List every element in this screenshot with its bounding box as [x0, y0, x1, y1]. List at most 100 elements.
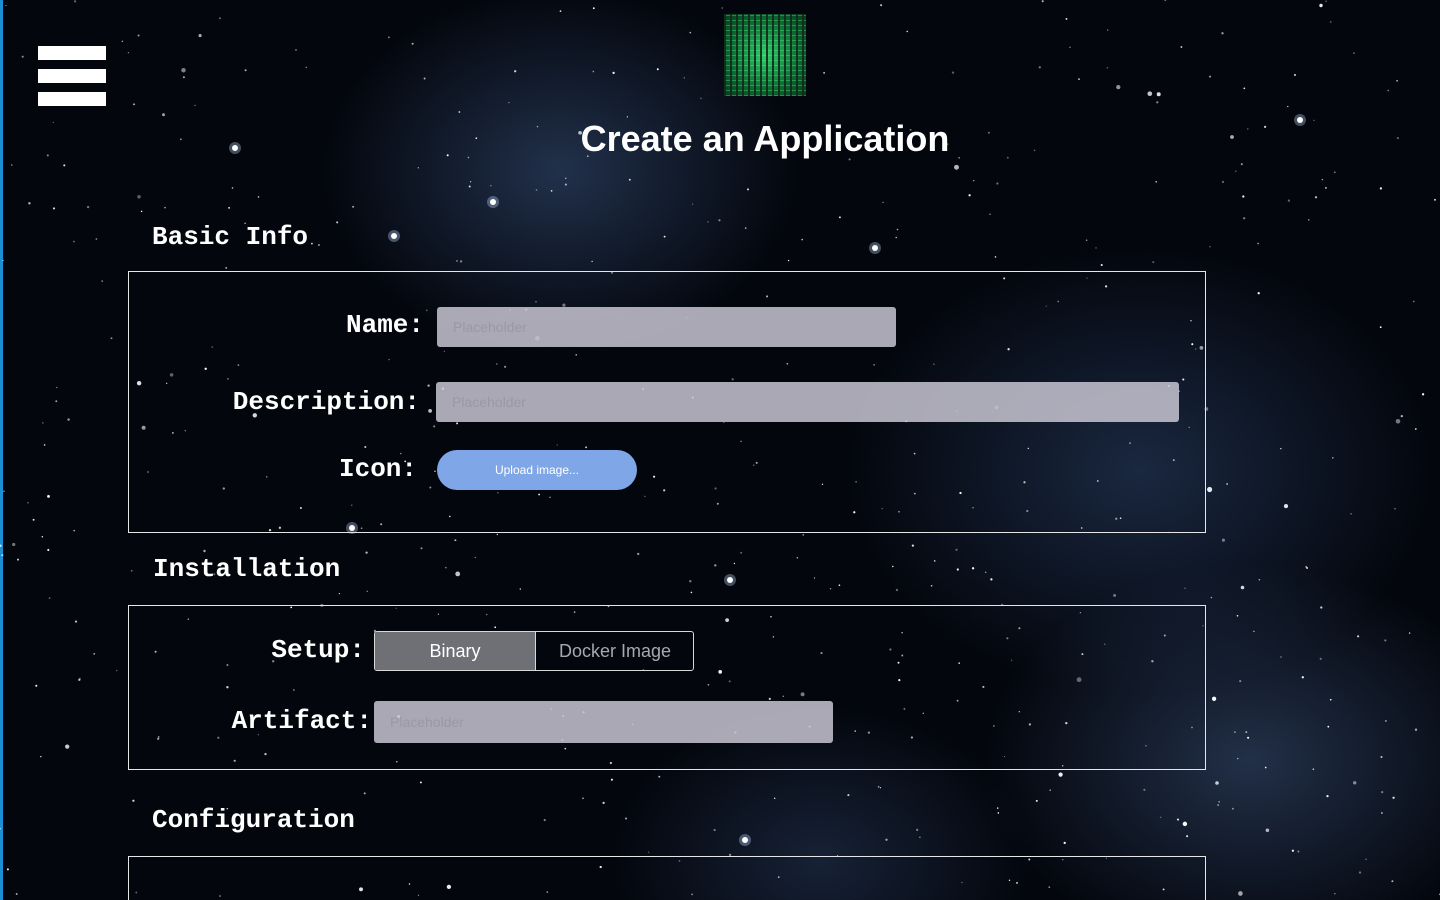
star	[311, 242, 313, 245]
star	[43, 444, 46, 446]
star	[444, 566, 447, 569]
star	[885, 838, 888, 841]
star	[1209, 246, 1211, 248]
description-input[interactable]	[436, 382, 1179, 422]
bright-star	[490, 199, 496, 205]
star	[829, 588, 832, 590]
star	[3, 490, 5, 492]
star	[896, 228, 899, 231]
star	[1321, 178, 1324, 181]
star	[67, 418, 70, 421]
star	[1218, 801, 1220, 803]
page-title: Create an Application	[580, 118, 950, 159]
star	[257, 196, 260, 198]
star	[198, 34, 202, 38]
star	[55, 400, 58, 403]
star	[612, 71, 615, 75]
star	[137, 194, 141, 199]
star	[838, 584, 841, 587]
star	[110, 337, 113, 340]
star	[1217, 804, 1219, 806]
star	[363, 792, 366, 795]
star	[1063, 841, 1066, 845]
star	[1253, 630, 1255, 633]
star	[1353, 52, 1355, 54]
star	[132, 799, 135, 802]
star	[930, 584, 933, 587]
star	[1291, 849, 1294, 852]
star	[1180, 46, 1183, 48]
star	[689, 580, 692, 583]
star	[906, 30, 908, 33]
star	[182, 76, 185, 79]
hamburger-menu-icon[interactable]	[38, 46, 106, 106]
star	[744, 227, 747, 229]
star	[162, 113, 165, 117]
star	[455, 571, 461, 577]
setup-toggle-group: Binary Docker Image	[374, 631, 694, 671]
star	[1414, 428, 1417, 430]
star	[1280, 656, 1282, 658]
star	[244, 69, 247, 72]
star	[1106, 29, 1109, 31]
star	[628, 178, 631, 181]
star	[12, 542, 16, 547]
star	[1380, 812, 1383, 814]
star	[1301, 676, 1304, 679]
star	[1294, 74, 1296, 76]
star	[1049, 789, 1051, 791]
configuration-panel	[128, 856, 1206, 900]
star	[1159, 816, 1162, 819]
star	[1314, 196, 1318, 199]
star	[882, 201, 884, 204]
star	[47, 494, 50, 498]
star	[683, 77, 686, 79]
star	[1235, 170, 1237, 172]
star	[1106, 66, 1109, 69]
star	[1312, 768, 1315, 770]
star	[1211, 696, 1217, 701]
star	[1113, 593, 1117, 597]
star	[1280, 447, 1282, 450]
bright-star	[742, 837, 748, 843]
star	[1297, 850, 1300, 853]
star	[65, 744, 70, 749]
star	[336, 221, 339, 224]
artifact-input[interactable]	[374, 701, 833, 743]
star	[801, 238, 804, 241]
name-label: Name:	[345, 310, 424, 340]
star	[1395, 419, 1401, 424]
star	[1381, 791, 1384, 794]
star	[637, 552, 640, 556]
star	[228, 207, 230, 209]
star	[1156, 101, 1159, 104]
star	[1421, 393, 1425, 396]
upload-image-button[interactable]: Upload image...	[437, 450, 637, 490]
star	[1258, 578, 1261, 581]
star	[1156, 92, 1161, 97]
star	[1239, 680, 1242, 683]
bright-star-glow	[487, 196, 499, 208]
star	[388, 36, 390, 39]
star	[984, 571, 987, 574]
star	[93, 653, 96, 655]
star	[1155, 180, 1158, 183]
star	[1207, 486, 1213, 493]
setup-option-binary[interactable]: Binary	[375, 632, 536, 670]
star	[592, 7, 595, 10]
star	[519, 588, 522, 590]
bright-star-glow	[739, 834, 751, 846]
star	[73, 0, 77, 3]
name-input[interactable]	[437, 307, 896, 347]
description-label: Description:	[232, 387, 420, 417]
star	[1069, 46, 1071, 49]
star	[474, 556, 476, 559]
setup-label: Setup:	[271, 635, 365, 665]
star	[1394, 508, 1396, 510]
star	[74, 620, 78, 623]
star	[796, 556, 799, 559]
section-title-configuration: Configuration	[152, 805, 355, 835]
star	[1380, 755, 1383, 759]
setup-option-docker-image[interactable]: Docker Image	[536, 632, 693, 670]
star	[1264, 766, 1267, 769]
